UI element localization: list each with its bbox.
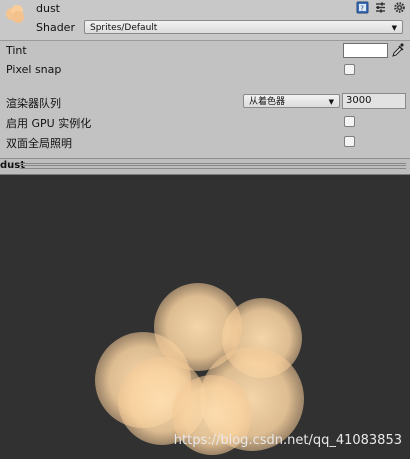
pixel-snap-checkbox[interactable] <box>344 64 355 75</box>
render-queue-option: 从着色器 <box>249 97 286 107</box>
tint-label: Tint <box>6 44 27 57</box>
shader-dropdown[interactable]: Sprites/Default ▼ <box>84 20 403 34</box>
gear-icon[interactable] <box>393 1 406 14</box>
chevron-down-icon: ▼ <box>328 98 334 106</box>
double-sided-gi-checkbox[interactable] <box>344 136 355 147</box>
render-queue-label: 渲染器队列 <box>6 97 61 110</box>
gpu-instancing-checkbox[interactable] <box>344 116 355 127</box>
svg-text:?: ? <box>360 4 364 12</box>
render-queue-dropdown[interactable]: 从着色器 ▼ <box>243 94 340 108</box>
preview-header[interactable]: dust <box>0 158 410 175</box>
double-sided-gi-label: 双面全局照明 <box>6 137 72 150</box>
tint-color-field[interactable] <box>343 43 388 58</box>
shader-label: Shader <box>36 21 75 34</box>
watermark: https://blog.csdn.net/qq_41083853 <box>173 433 402 448</box>
pixel-snap-label: Pixel snap <box>6 63 62 76</box>
material-thumbnail <box>6 5 24 23</box>
header-divider <box>0 40 410 41</box>
drag-handle[interactable] <box>20 163 406 169</box>
inspector-header: dust Shader Sprites/Default ▼ ? <box>0 0 410 40</box>
eyedropper-icon[interactable] <box>391 42 405 58</box>
shader-value: Sprites/Default <box>90 23 158 33</box>
render-queue-input[interactable]: 3000 <box>342 93 406 109</box>
sliders-icon[interactable] <box>374 1 387 14</box>
dust-sprite <box>95 283 304 455</box>
material-preview: https://blog.csdn.net/qq_41083853 <box>0 175 410 459</box>
book-icon[interactable]: ? <box>356 1 369 14</box>
chevron-down-icon: ▼ <box>391 24 397 32</box>
material-name: dust <box>36 2 60 15</box>
gpu-instancing-label: 启用 GPU 实例化 <box>6 117 92 130</box>
